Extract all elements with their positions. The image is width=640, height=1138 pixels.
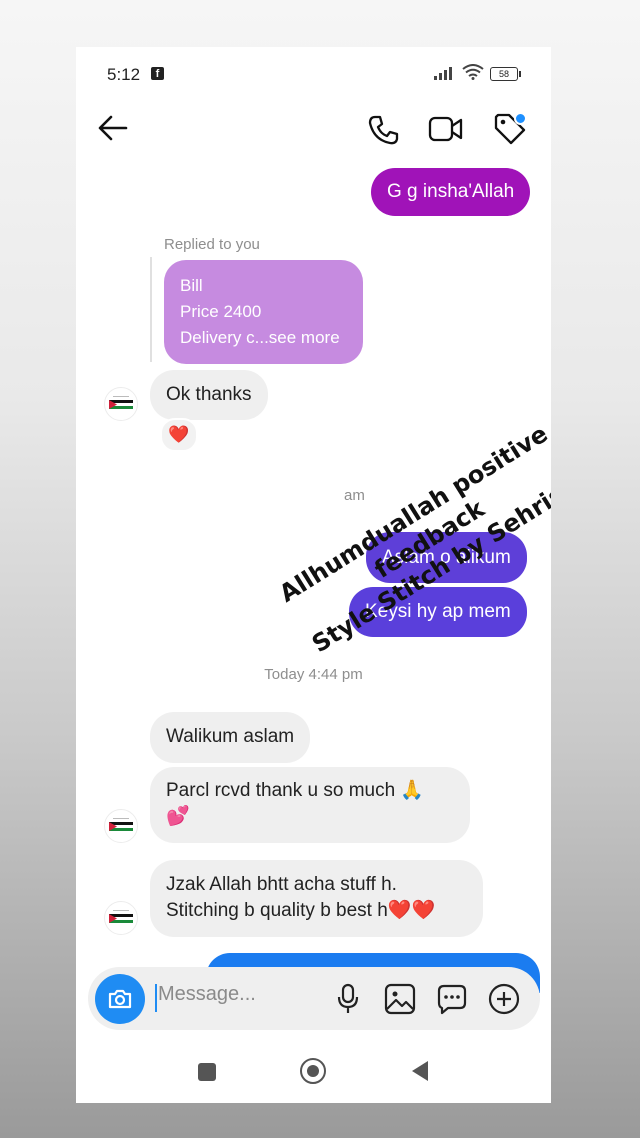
incoming-message[interactable]: Parcl rcvd thank u so much 🙏 💕 [150,767,470,843]
video-camera-icon[interactable] [428,113,464,145]
system-nav-bar [76,1043,551,1103]
message-input[interactable] [158,983,308,1006]
replied-label: Replied to you [164,236,260,253]
avatar[interactable] [104,901,138,935]
gallery-icon[interactable] [384,983,416,1015]
camera-icon [108,989,132,1009]
back-icon[interactable] [412,1061,428,1081]
avatar[interactable] [104,809,138,843]
notification-dot [514,112,527,125]
avatar[interactable] [104,387,138,421]
flag-icon [109,818,133,831]
message-composer [88,967,540,1030]
text-cursor [155,984,157,1012]
reply-line: Delivery c...see more [180,328,340,347]
signal-icon [434,67,452,80]
incoming-message[interactable]: Ok thanks [150,370,268,420]
plus-icon[interactable] [488,983,520,1015]
message-line: Parcl rcvd thank u so much 🙏 [166,780,425,801]
message-line: Jzak Allah bhtt acha stuff h. [166,874,397,895]
reply-line: Price 2400 [180,302,262,321]
outgoing-message[interactable]: G g insha'Allah [371,168,531,216]
message-line: Stitching b quality b best h❤️❤️ [166,900,436,921]
flag-icon [109,396,133,409]
flag-icon [109,910,133,923]
reply-preview-bubble[interactable]: Bill Price 2400 Delivery c...see more [164,260,363,364]
camera-button[interactable] [95,974,145,1024]
home-icon[interactable] [300,1058,326,1084]
timestamp: Today 4:44 pm [264,666,363,683]
phone-icon[interactable] [366,113,400,147]
microphone-icon[interactable] [336,983,360,1015]
chat-header [76,101,551,161]
recents-icon[interactable] [198,1063,216,1081]
incoming-message[interactable]: Walikum aslam [150,712,311,763]
status-time: 5:12 [107,65,141,84]
sticker-icon[interactable] [436,983,468,1015]
heart-reaction[interactable]: ❤️ [160,418,198,452]
incoming-message[interactable]: Jzak Allah bhtt acha stuff h. Stitching … [150,860,483,937]
message-line: 💕 [166,806,190,827]
wifi-icon [462,64,484,80]
facebook-icon: f [151,67,164,80]
battery-indicator: 58 [490,67,521,81]
reply-line: Bill [180,276,203,295]
timestamp: am [344,487,365,504]
reply-bar [150,257,152,362]
status-bar: 5:12 f 58 [76,47,551,101]
phone-screen: 5:12 f 58 G g insha'Allah Replied to you… [76,47,551,1103]
overlay-caption: Allhumduallah positive feedback Style St… [236,395,551,683]
back-arrow-icon[interactable] [96,113,130,143]
